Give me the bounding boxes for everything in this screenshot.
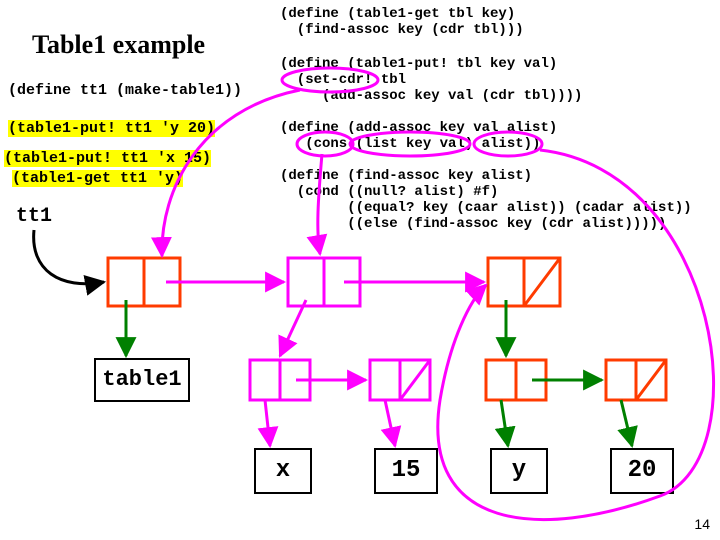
code-def-put: (define (table1-put! tbl key val) (set-c… (280, 56, 582, 104)
ptr-tt1 (34, 230, 104, 284)
cons-entry-x-tail (370, 360, 430, 400)
ptr-entry-x-car (265, 400, 270, 446)
cons-entry-x (250, 360, 310, 400)
code-put-y20: (table1-put! tt1 'y 20) (8, 120, 215, 137)
cons-spine1 (288, 258, 360, 306)
atom-x: x (254, 448, 312, 494)
cons-entry-y (486, 360, 546, 400)
cons-spine2 (488, 258, 560, 306)
ptr-entry-y-car (501, 400, 508, 446)
atom-15: 15 (374, 448, 438, 494)
var-tt1-label: tt1 (16, 205, 52, 228)
ptr-entry-y-tail-car (621, 400, 632, 446)
ptr-spine1-car (280, 300, 306, 356)
cons-header (108, 258, 180, 306)
slide-title: Table1 example (32, 30, 205, 60)
code-get-y: (table1-get tt1 'y) (12, 170, 183, 187)
cons-entry-y-tail (606, 360, 666, 400)
code-def-find: (define (find-assoc key alist) (cond ((n… (280, 168, 692, 232)
code-def-get: (define (table1-get tbl key) (find-assoc… (280, 6, 524, 38)
code-def-add: (define (add-assoc key val alist) (cons … (280, 120, 557, 152)
atom-y: y (490, 448, 548, 494)
slide-number: 14 (694, 516, 710, 532)
code-def-tt1: (define tt1 (make-table1)) (8, 82, 242, 99)
atom-20: 20 (610, 448, 674, 494)
atom-table1: table1 (94, 358, 190, 402)
code-put-x15: (table1-put! tt1 'x 15) (4, 150, 211, 167)
ptr-entry-x-tail-car (385, 400, 395, 446)
